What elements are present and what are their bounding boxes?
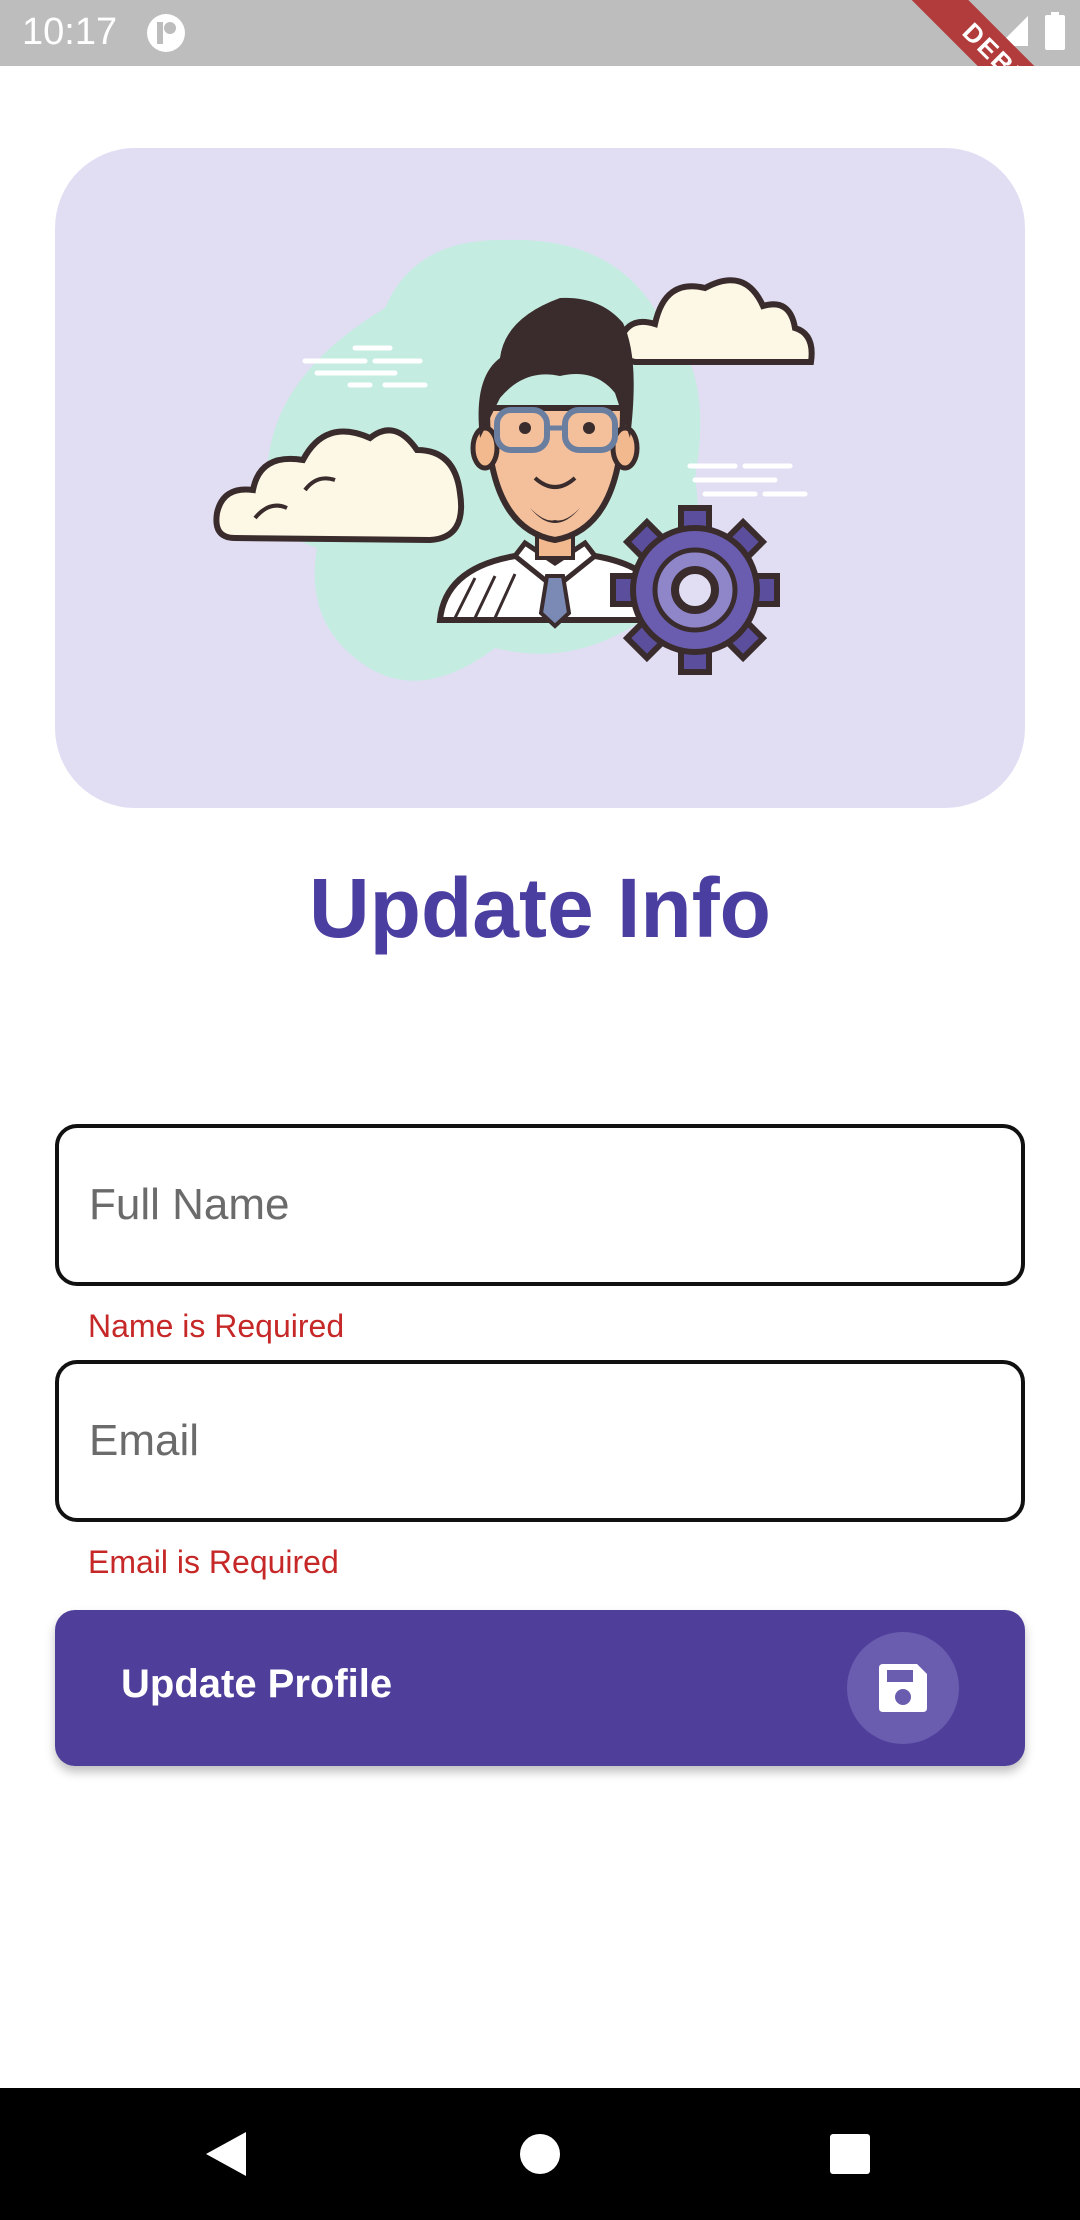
- full-name-input[interactable]: [89, 1128, 989, 1282]
- system-nav-bar: [0, 2088, 1080, 2220]
- recents-icon[interactable]: [790, 2088, 910, 2220]
- profile-settings-illustration: [213, 239, 815, 681]
- update-profile-button[interactable]: Update Profile: [55, 1610, 1025, 1766]
- status-bar: 10:17 DEBUG: [0, 0, 1080, 66]
- email-input[interactable]: [89, 1364, 989, 1518]
- email-field[interactable]: [55, 1360, 1025, 1522]
- save-icon-badge: [847, 1632, 959, 1744]
- page-title: Update Info: [309, 861, 771, 955]
- back-icon[interactable]: [166, 2088, 286, 2220]
- full-name-error: Name is Required: [88, 1308, 345, 1344]
- home-icon[interactable]: [480, 2088, 600, 2220]
- hero-illustration-card: [55, 148, 1025, 808]
- full-name-field[interactable]: [55, 1124, 1025, 1286]
- email-error: Email is Required: [88, 1544, 339, 1580]
- status-time: 10:17: [22, 11, 118, 53]
- update-profile-label: Update Profile: [121, 1662, 393, 1706]
- app-notification-icon: [147, 14, 185, 52]
- battery-icon: [1045, 12, 1065, 50]
- save-icon: [879, 1664, 927, 1712]
